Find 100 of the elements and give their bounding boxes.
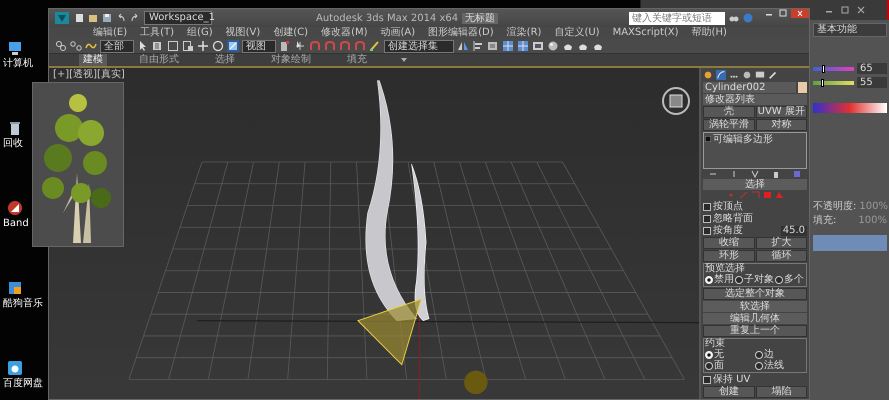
modifier-button[interactable]: UVW 展开: [756, 106, 807, 118]
repeat-last-button[interactable]: 重复上一个: [703, 325, 807, 337]
pivot-icon[interactable]: [279, 40, 291, 52]
menu-item[interactable]: 编辑(E): [93, 27, 128, 39]
radio-button[interactable]: [755, 350, 763, 358]
new-file-icon[interactable]: [75, 13, 84, 23]
selection-button[interactable]: 扩大: [756, 237, 807, 249]
menu-item[interactable]: 渲染(R): [506, 27, 542, 39]
graph-icon[interactable]: [502, 40, 514, 52]
ribbon-tab[interactable]: 选择: [211, 54, 239, 66]
named-selection-dropdown[interactable]: 创建选择集: [384, 40, 454, 52]
menu-item[interactable]: 帮助(H): [692, 27, 727, 39]
radio-label[interactable]: 边: [764, 349, 774, 360]
move-icon[interactable]: [197, 40, 209, 52]
angle-spinner[interactable]: 45.0: [780, 226, 807, 236]
ribbon-tab[interactable]: 对象绘制: [267, 54, 315, 66]
pencil-icon[interactable]: [369, 40, 381, 52]
checkbox-label[interactable]: 按顶点: [713, 201, 743, 212]
caret-icon[interactable]: [399, 56, 409, 64]
layers-icon[interactable]: [487, 40, 499, 52]
link-icon[interactable]: [55, 40, 67, 52]
radio-button[interactable]: [735, 276, 743, 284]
menu-item[interactable]: 修改器(M): [321, 27, 368, 39]
checkbox[interactable]: [703, 214, 711, 222]
color-value-field[interactable]: 55: [857, 77, 887, 88]
mirror-icon[interactable]: [457, 40, 469, 52]
panel-icon[interactable]: [532, 40, 544, 52]
color-spectrum[interactable]: [813, 103, 887, 113]
radio-label[interactable]: 禁用: [714, 274, 734, 285]
trash-icon[interactable]: [772, 170, 780, 178]
desktop-app-icon[interactable]: [7, 360, 23, 376]
radio-button[interactable]: [705, 362, 713, 370]
checkbox-label[interactable]: 保持 UV: [713, 374, 750, 385]
menu-item[interactable]: 视图(V): [226, 27, 260, 39]
modifier-button[interactable]: 涡轮平滑: [703, 118, 754, 131]
selection-filter-dropdown[interactable]: 全部: [100, 40, 134, 52]
desktop-app-icon[interactable]: [7, 40, 23, 56]
viewport-label[interactable]: [+][透视][真实]: [53, 69, 125, 80]
desktop-icon-label[interactable]: 百度网盘: [3, 378, 43, 389]
rollout-header[interactable]: 软选择: [703, 301, 807, 312]
align-icon[interactable]: [472, 40, 484, 52]
geometry-button[interactable]: 创建: [703, 386, 754, 398]
selection-button[interactable]: 环形: [703, 250, 754, 262]
slider-thumb[interactable]: [822, 64, 826, 72]
radio-label[interactable]: 法线: [764, 360, 784, 371]
selection-button[interactable]: 收缩: [703, 237, 754, 249]
sphere-icon[interactable]: [547, 40, 559, 52]
menu-item[interactable]: 创建(C): [273, 27, 308, 39]
maximize-icon[interactable]: [777, 9, 789, 18]
desktop-app-icon[interactable]: [7, 120, 23, 136]
viewcube-icon[interactable]: [661, 86, 691, 116]
radio-button[interactable]: [755, 362, 763, 370]
folder-icon[interactable]: [88, 13, 98, 23]
ribbon-tab[interactable]: 填充: [343, 54, 371, 66]
selection-button[interactable]: 循环: [756, 250, 807, 262]
ribbon-tab[interactable]: 建模: [79, 54, 107, 66]
menu-item[interactable]: 图形编辑器(D): [428, 27, 494, 39]
save-icon[interactable]: [102, 13, 112, 23]
slider-thumb[interactable]: [821, 78, 824, 86]
desktop-icon-label[interactable]: 计算机: [3, 58, 33, 69]
list-icon[interactable]: [152, 40, 164, 52]
color-value-field[interactable]: 65: [857, 63, 887, 74]
radio-label[interactable]: 面: [714, 360, 724, 371]
checkbox-label[interactable]: 按角度: [713, 225, 743, 236]
modifier-button[interactable]: 壳: [703, 106, 754, 118]
checkbox[interactable]: [703, 202, 711, 210]
desktop-app-icon[interactable]: [7, 280, 23, 296]
geometry-button[interactable]: 塌陷: [756, 386, 807, 398]
desktop-app-icon[interactable]: [7, 200, 23, 216]
stack-item[interactable]: 可编辑多边形: [713, 134, 773, 145]
desktop-icon-label[interactable]: Band: [3, 218, 29, 229]
reference-coordinate-dropdown[interactable]: 视图: [242, 40, 276, 52]
desktop-icon-label[interactable]: 酷狗音乐: [3, 298, 43, 309]
radio-label[interactable]: 无: [714, 349, 724, 360]
redo-icon[interactable]: [130, 13, 140, 23]
window-icon[interactable]: [182, 40, 194, 52]
ribbon-tab[interactable]: 自由形式: [135, 54, 183, 66]
workspace-dropdown[interactable]: 基本功能: [813, 23, 887, 37]
workspace-dropdown[interactable]: Workspace_1: [144, 11, 212, 25]
checkbox[interactable]: [703, 226, 711, 234]
object-color-swatch[interactable]: [798, 82, 807, 93]
radio-button[interactable]: [775, 276, 783, 284]
undo-icon[interactable]: [116, 13, 126, 23]
unlink-icon[interactable]: [70, 40, 82, 52]
menu-item[interactable]: 自定义(U): [554, 27, 600, 39]
radio-label[interactable]: 多个: [784, 274, 804, 285]
close-icon[interactable]: [791, 9, 809, 18]
menu-item[interactable]: MAXScript(X): [612, 27, 679, 39]
radio-label[interactable]: 子对象: [744, 274, 774, 285]
schematic-icon[interactable]: [517, 40, 529, 52]
menu-item[interactable]: 动画(A): [380, 27, 416, 39]
close-icon[interactable]: [857, 6, 865, 14]
maximize-icon[interactable]: [841, 6, 849, 14]
modifier-button[interactable]: 对称: [756, 118, 807, 131]
scale-icon[interactable]: [227, 40, 239, 52]
rollout-header[interactable]: 编辑几何体: [703, 313, 807, 324]
select-whole-object-button[interactable]: 选定整个对象: [703, 288, 807, 300]
checkbox-label[interactable]: 忽略背面: [713, 213, 753, 224]
modifier-list-dropdown[interactable]: 修改器列表: [703, 94, 807, 105]
menu-item[interactable]: 组(G): [187, 27, 213, 39]
